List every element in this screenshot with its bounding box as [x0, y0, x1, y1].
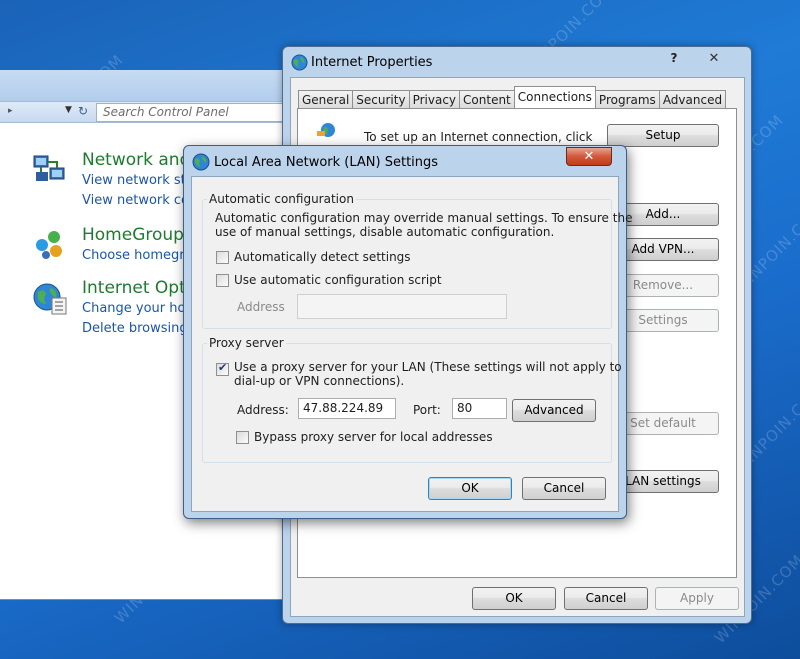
- internet-properties-titlebar[interactable]: Internet Properties ? ✕: [283, 47, 751, 77]
- proxy-address-label: Address:: [237, 403, 289, 417]
- tab-advanced[interactable]: Advanced: [658, 90, 727, 108]
- proxy-port-label: Port:: [413, 403, 441, 417]
- use-proxy-label[interactable]: dial-up or VPN connections).: [234, 374, 404, 388]
- connection-wizard-icon: [317, 123, 335, 137]
- close-button[interactable]: ✕: [566, 147, 612, 166]
- window-title: Internet Properties: [311, 55, 433, 70]
- lan-settings-dialog: Local Area Network (LAN) Settings ✕ Auto…: [183, 145, 632, 519]
- help-button[interactable]: ?: [661, 51, 687, 69]
- setup-description: To set up an Internet connection, click: [364, 130, 593, 144]
- cp-category-link[interactable]: Change your hor: [82, 301, 191, 316]
- auto-detect-checkbox[interactable]: [216, 251, 229, 264]
- proxy-port-input[interactable]: 80: [452, 398, 507, 419]
- auto-config-description: Automatic configuration may override man…: [215, 211, 633, 225]
- tab-security[interactable]: Security: [352, 90, 410, 108]
- cp-category-link[interactable]: View network co: [82, 193, 189, 208]
- setup-button[interactable]: Setup: [607, 124, 719, 147]
- auto-config-script-label[interactable]: Use automatic configuration script: [234, 273, 442, 287]
- tab-privacy[interactable]: Privacy: [408, 90, 461, 108]
- cp-category-link[interactable]: Delete browsing: [82, 321, 188, 336]
- cp-category-title[interactable]: Network and: [82, 150, 190, 170]
- dialog-title: Local Area Network (LAN) Settings: [214, 155, 439, 170]
- auto-config-description: use of manual settings, disable automati…: [215, 225, 555, 239]
- dropdown-arrow-icon[interactable]: ▼: [65, 105, 72, 115]
- bypass-local-label[interactable]: Bypass proxy server for local addresses: [254, 430, 493, 444]
- cancel-button[interactable]: Cancel: [564, 587, 648, 610]
- control-panel-address-bar: ▸ ▼ ↻ Search Control Panel: [0, 101, 292, 123]
- network-icon: [33, 155, 65, 181]
- refresh-icon[interactable]: ↻: [78, 104, 88, 118]
- globe-icon: [192, 153, 210, 171]
- script-address-input[interactable]: [297, 294, 507, 319]
- internet-options-icon: [33, 283, 67, 315]
- tab-content[interactable]: Content: [459, 90, 515, 108]
- tab-general[interactable]: General: [298, 90, 354, 108]
- ok-button[interactable]: OK: [428, 477, 512, 500]
- auto-config-group-label: Automatic configuration: [207, 192, 356, 206]
- chevron-right-icon: ▸: [8, 106, 13, 116]
- cancel-button[interactable]: Cancel: [522, 477, 606, 500]
- cp-category-title[interactable]: HomeGroup: [82, 225, 184, 245]
- lan-dialog-body: Automatic configuration Automatic config…: [191, 176, 632, 512]
- bypass-local-checkbox[interactable]: [236, 431, 249, 444]
- apply-button[interactable]: Apply: [655, 587, 739, 610]
- advanced-button[interactable]: Advanced: [512, 399, 596, 422]
- ok-button[interactable]: OK: [472, 587, 556, 610]
- close-button[interactable]: ✕: [693, 51, 735, 69]
- auto-config-script-checkbox[interactable]: [216, 274, 229, 287]
- cp-category-title[interactable]: Internet Opti: [82, 278, 190, 298]
- use-proxy-label[interactable]: Use a proxy server for your LAN (These s…: [234, 360, 622, 374]
- auto-detect-label[interactable]: Automatically detect settings: [234, 250, 411, 264]
- tab-strip: General Security Privacy Content Connect…: [298, 86, 727, 108]
- use-proxy-checkbox[interactable]: [216, 361, 229, 376]
- tab-connections[interactable]: Connections: [513, 86, 596, 108]
- script-address-label: Address: [237, 300, 285, 314]
- search-input[interactable]: Search Control Panel: [96, 103, 286, 122]
- proxy-group-label: Proxy server: [207, 336, 286, 350]
- globe-icon: [291, 54, 308, 71]
- homegroup-icon: [36, 231, 62, 259]
- cp-category-link[interactable]: View network sta: [82, 173, 194, 188]
- tab-programs[interactable]: Programs: [594, 90, 660, 108]
- proxy-address-input[interactable]: 47.88.224.89: [298, 398, 396, 419]
- cp-category-link[interactable]: Choose homegro: [82, 248, 192, 263]
- control-panel-titlebar: [0, 70, 292, 101]
